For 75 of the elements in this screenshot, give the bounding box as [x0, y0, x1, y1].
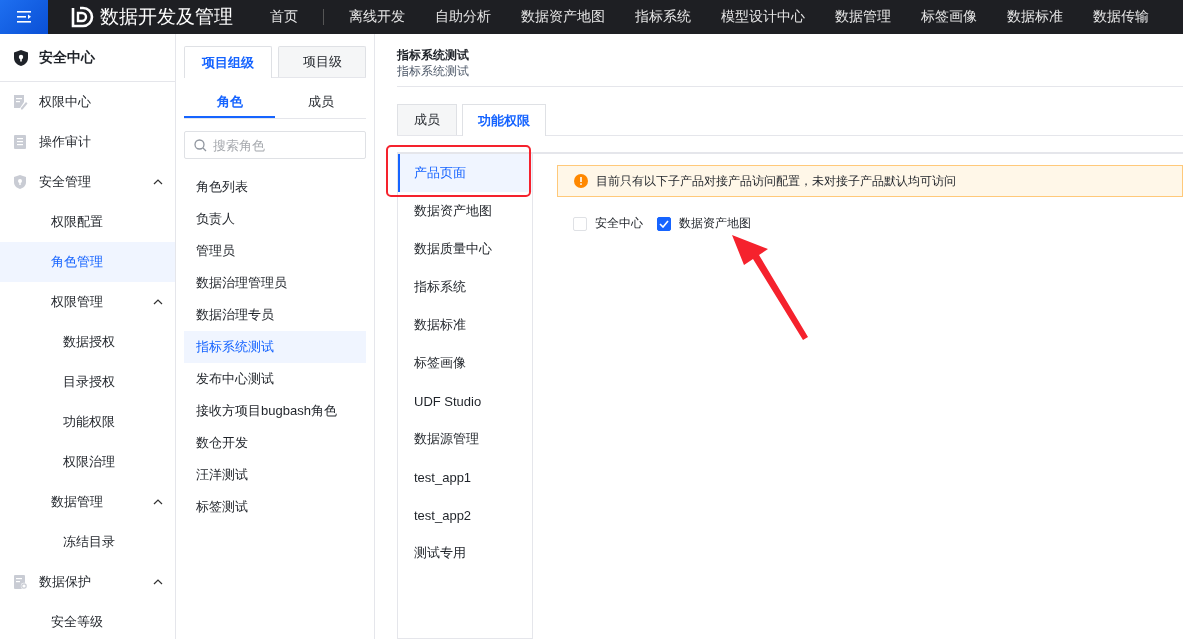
- checkbox-label: 数据资产地图: [679, 215, 751, 232]
- sidebar-item[interactable]: 目录授权: [0, 362, 175, 402]
- checkbox[interactable]: [657, 216, 671, 231]
- sidebar-title: 安全中心: [39, 48, 95, 67]
- nav-link[interactable]: 模型设计中心: [706, 8, 820, 26]
- search-icon: [194, 139, 207, 152]
- role-item[interactable]: 数据治理专员: [184, 299, 366, 331]
- nav-link[interactable]: 数据标准: [992, 8, 1078, 26]
- detail-subtitle: 指标系统测试: [397, 63, 470, 79]
- detail-tab[interactable]: 成员: [397, 104, 457, 135]
- sidebar-item[interactable]: 安全管理: [0, 162, 175, 202]
- caret-icon: [153, 299, 163, 305]
- nav-link[interactable]: 数据管理: [820, 8, 906, 26]
- sidebar-item[interactable]: 权限中心: [0, 82, 175, 122]
- level-tab[interactable]: 项目组级: [184, 46, 272, 78]
- role-item[interactable]: 角色列表: [184, 171, 366, 203]
- app-title: 数据开发及管理: [100, 5, 233, 29]
- level-tab[interactable]: 项目级: [278, 46, 366, 77]
- product-item[interactable]: 数据质量中心: [398, 230, 532, 268]
- warning-icon: [574, 174, 588, 188]
- caret-icon: [153, 499, 163, 505]
- product-item[interactable]: UDF Studio: [398, 382, 532, 420]
- shield-icon: [13, 48, 29, 67]
- menu-button[interactable]: [0, 0, 48, 34]
- sidebar-item[interactable]: 数据保护: [0, 562, 175, 602]
- product-item[interactable]: 产品页面: [398, 154, 532, 192]
- menu-icon: [16, 10, 32, 24]
- sidebar-item[interactable]: 角色管理: [0, 242, 175, 282]
- search-field[interactable]: 搜索角色: [184, 131, 366, 159]
- product-item[interactable]: 标签画像: [398, 344, 532, 382]
- role-item[interactable]: 标签测试: [184, 491, 366, 523]
- role-item[interactable]: 接收方项目bugbash角色: [184, 395, 366, 427]
- logo-icon: [70, 6, 94, 28]
- nav-link[interactable]: 自助分析: [420, 8, 506, 26]
- document-gear-icon: [12, 574, 28, 590]
- product-item[interactable]: test_app1: [398, 458, 532, 496]
- caret-icon: [153, 579, 163, 585]
- product-item[interactable]: 数据源管理: [398, 420, 532, 458]
- role-item[interactable]: 发布中心测试: [184, 363, 366, 395]
- sidebar-item[interactable]: 数据管理: [0, 482, 175, 522]
- sidebar-item[interactable]: 安全等级: [0, 602, 175, 639]
- product-item[interactable]: 指标系统: [398, 268, 532, 306]
- sidebar-item[interactable]: 功能权限: [0, 402, 175, 442]
- nav-link[interactable]: 数据传输: [1078, 8, 1164, 26]
- product-item[interactable]: 数据标准: [398, 306, 532, 344]
- role-item[interactable]: 数仓开发: [184, 427, 366, 459]
- checkbox-label: 安全中心: [595, 215, 643, 232]
- product-item[interactable]: 数据资产地图: [398, 192, 532, 230]
- nav-link[interactable]: 离线开发: [334, 8, 420, 26]
- nav-link[interactable]: 首页: [255, 8, 313, 26]
- product-item[interactable]: test_app2: [398, 496, 532, 534]
- detail-tab[interactable]: 功能权限: [462, 104, 546, 136]
- product-item[interactable]: 测试专用: [398, 534, 532, 572]
- sidebar-item[interactable]: 权限治理: [0, 442, 175, 482]
- shield-icon: [12, 174, 28, 190]
- document-edit-icon: [12, 94, 28, 110]
- role-item[interactable]: 管理员: [184, 235, 366, 267]
- sidebar-item[interactable]: 操作审计: [0, 122, 175, 162]
- role-item[interactable]: 数据治理管理员: [184, 267, 366, 299]
- role-item[interactable]: 负责人: [184, 203, 366, 235]
- sidebar-item[interactable]: 数据授权: [0, 322, 175, 362]
- sub-tab[interactable]: 成员: [275, 88, 366, 118]
- sidebar-item[interactable]: 权限配置: [0, 202, 175, 242]
- sidebar-item[interactable]: 冻结目录: [0, 522, 175, 562]
- role-item[interactable]: 指标系统测试: [184, 331, 366, 363]
- notice-text: 目前只有以下子产品对接产品访问配置，未对接子产品默认均可访问: [596, 172, 956, 190]
- caret-icon: [153, 179, 163, 185]
- detail-title: 指标系统测试: [397, 47, 470, 63]
- nav-link[interactable]: 指标系统: [620, 8, 706, 26]
- document-icon: [12, 134, 28, 150]
- sub-tab[interactable]: 角色: [184, 88, 275, 118]
- role-item[interactable]: 汪洋测试: [184, 459, 366, 491]
- sidebar-item[interactable]: 权限管理: [0, 282, 175, 322]
- nav-link[interactable]: 数据资产地图: [506, 8, 620, 26]
- nav-link[interactable]: 标签画像: [906, 8, 992, 26]
